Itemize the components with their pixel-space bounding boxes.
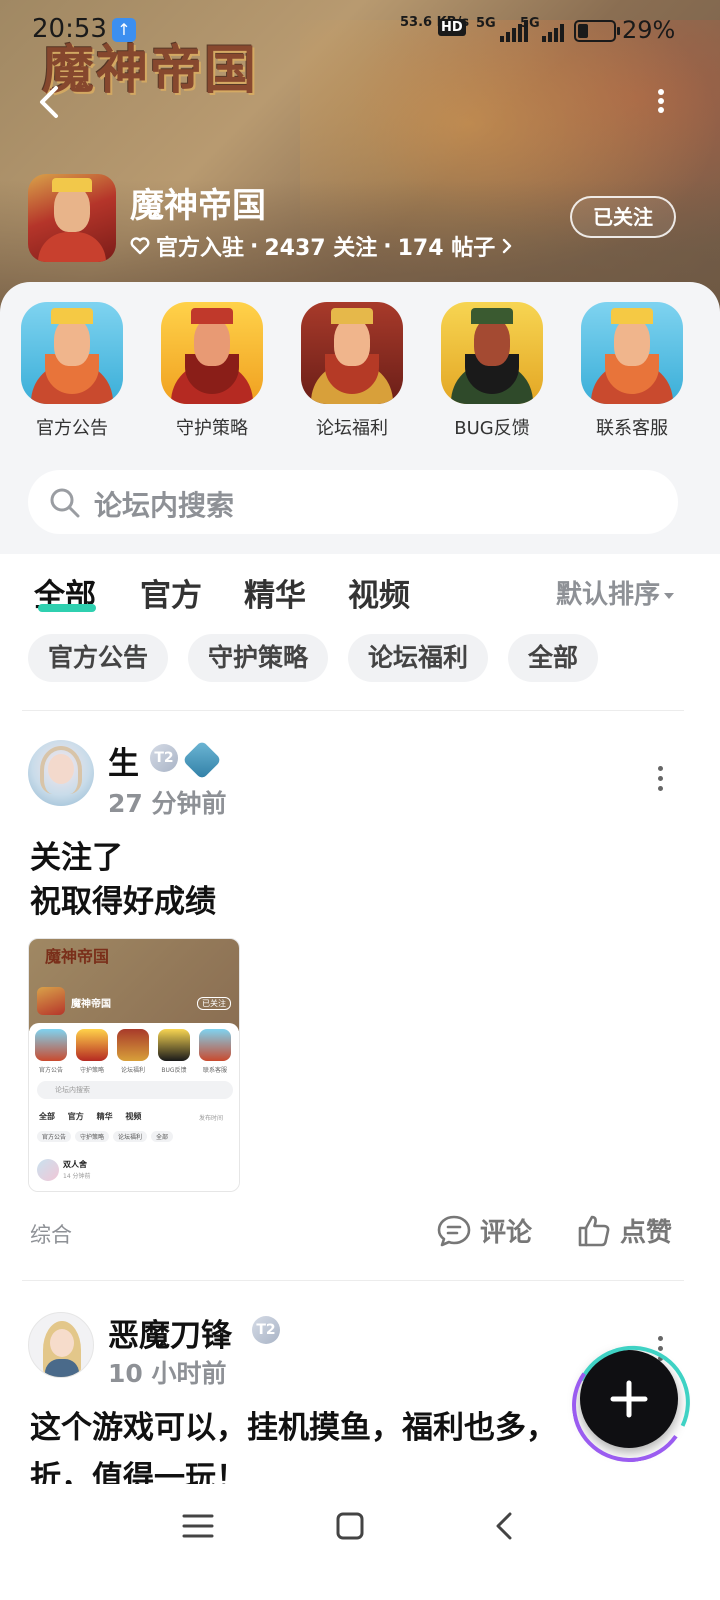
king-portrait-icon	[581, 302, 683, 404]
signal-icon: 5G	[520, 16, 578, 42]
general-portrait-icon	[301, 302, 403, 404]
square-home-icon	[336, 1512, 364, 1540]
avatar[interactable]	[28, 1312, 94, 1378]
shortcut-official-announcement[interactable]: 官方公告	[20, 302, 124, 440]
chip-forum-benefits[interactable]: 论坛福利	[348, 634, 489, 682]
post-line: 这个游戏可以，挂机摸鱼，福利也多，	[30, 1410, 557, 1446]
search-placeholder: 论坛内搜索	[94, 489, 235, 522]
warrior-portrait-icon	[161, 302, 263, 404]
post-author[interactable]: 生	[108, 738, 139, 783]
sort-dropdown[interactable]: 默认排序	[556, 574, 675, 611]
heart-icon	[130, 237, 150, 255]
active-tab-indicator	[38, 604, 96, 612]
achievement-badge-icon	[182, 740, 222, 780]
shortcut-forum-benefits[interactable]: 论坛福利	[300, 302, 404, 440]
more-options-button[interactable]	[646, 86, 676, 116]
forum-meta[interactable]: 官方入驻 · 2437 关注 · 174 帖子	[130, 230, 513, 262]
post-line: 祝取得好成绩	[30, 884, 216, 920]
shortcut-guard-strategy[interactable]: 守护策略	[160, 302, 264, 440]
post-image-thumbnail[interactable]: 魔神帝国 魔神帝国 已关注 官方公告 守护策略 论坛福利 BUG反馈 联系客服 …	[28, 938, 240, 1192]
tab-video[interactable]: 视频	[348, 570, 410, 615]
post-more-button[interactable]	[656, 766, 664, 792]
forum-title: 魔神帝国	[130, 186, 266, 226]
followers-count: 2437 关注	[264, 236, 378, 261]
back-button[interactable]	[30, 82, 70, 122]
post-category-tag[interactable]: 综合	[30, 1219, 72, 1249]
guan-yu-portrait-icon	[441, 302, 543, 404]
back-nav-button[interactable]	[484, 1506, 524, 1546]
battery-icon	[574, 20, 620, 42]
divider	[22, 1280, 684, 1281]
create-post-button[interactable]	[580, 1350, 678, 1448]
avatar[interactable]	[28, 740, 94, 806]
post-time: 10 小时前	[108, 1359, 227, 1388]
divider	[22, 710, 684, 711]
comment-button[interactable]: 评论	[436, 1212, 532, 1249]
forum-avatar	[28, 174, 116, 262]
system-nav-bar	[0, 1484, 720, 1600]
shortcut-customer-service[interactable]: 联系客服	[580, 302, 684, 440]
post-line: 关注了	[30, 840, 123, 876]
caret-down-icon	[664, 592, 675, 599]
official-label: 官方入驻	[156, 236, 245, 261]
posts-count: 174 帖子	[397, 236, 496, 261]
shortcut-bug-feedback[interactable]: BUG反馈	[440, 302, 544, 440]
menu-icon	[182, 1514, 214, 1538]
plus-icon	[610, 1380, 648, 1418]
tab-official[interactable]: 官方	[140, 570, 202, 615]
hd-icon: HD	[438, 19, 466, 36]
comment-icon	[437, 1215, 471, 1246]
level-badge: T2	[150, 744, 178, 772]
battery-percent: 29%	[622, 16, 676, 44]
thumbs-up-icon	[578, 1215, 610, 1246]
chevron-left-icon	[496, 1512, 512, 1540]
like-button[interactable]: 点赞	[576, 1212, 672, 1249]
chevron-right-icon	[503, 238, 512, 254]
follow-button[interactable]: 已关注	[570, 196, 676, 238]
home-nav-button[interactable]	[330, 1506, 370, 1546]
king-portrait-icon	[21, 302, 123, 404]
post-time: 27 分钟前	[108, 789, 227, 818]
chevron-left-icon	[40, 86, 58, 118]
tab-featured[interactable]: 精华	[244, 570, 306, 615]
chip-official-announcement[interactable]: 官方公告	[28, 634, 169, 682]
quick-access-panel: 官方公告 守护策略 论坛福利 BUG反馈 联系客服 论坛内搜索	[0, 282, 720, 554]
more-vertical-icon	[658, 89, 664, 113]
status-time: 20:53	[32, 14, 107, 44]
status-bar: 20:53 ↑ 53.6 KB/s HD 5G 5G 29%	[0, 0, 720, 60]
upload-icon: ↑	[112, 18, 136, 42]
chip-all[interactable]: 全部	[508, 634, 599, 682]
forum-search-bar[interactable]: 论坛内搜索	[28, 470, 678, 534]
post-author[interactable]: 恶魔刀锋	[108, 1310, 232, 1355]
search-icon	[50, 488, 80, 518]
menu-nav-button[interactable]	[178, 1506, 218, 1546]
chip-guard-strategy[interactable]: 守护策略	[188, 634, 329, 682]
level-badge: T2	[252, 1316, 280, 1344]
